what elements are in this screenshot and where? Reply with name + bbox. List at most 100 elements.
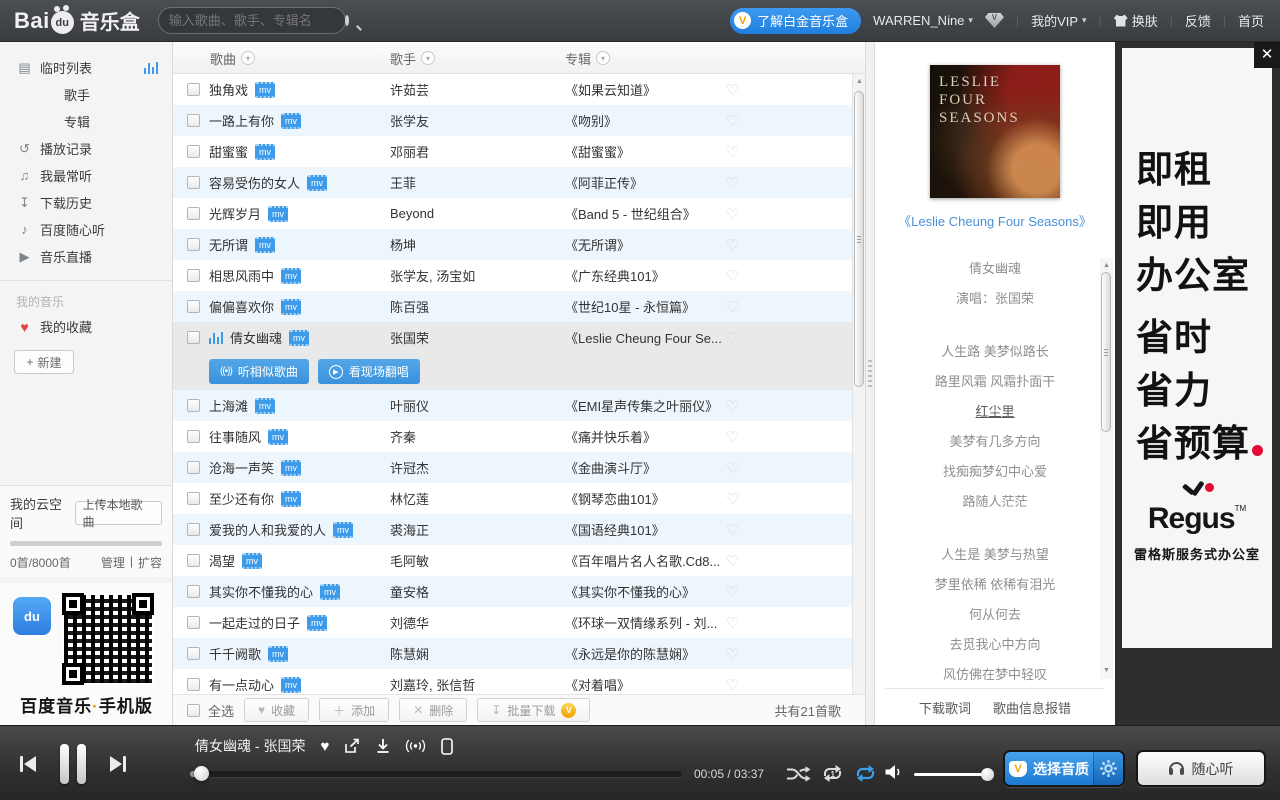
song-title[interactable]: 独角戏	[209, 80, 248, 99]
sort-icon[interactable]: ▾	[596, 51, 610, 65]
row-checkbox[interactable]	[187, 399, 200, 412]
album-cell[interactable]: 《对着唱》	[565, 669, 780, 694]
mv-badge[interactable]: mv	[281, 460, 301, 476]
favorite-heart-icon[interactable]: ♡	[726, 291, 739, 322]
favorite-heart-icon[interactable]: ♡	[726, 322, 739, 353]
volume-icon[interactable]	[884, 764, 905, 785]
album-cell[interactable]: 《EMI星声传集之叶丽仪》	[565, 390, 780, 421]
artist-cell[interactable]: 毛阿敏	[390, 545, 555, 576]
mv-badge[interactable]: mv	[281, 299, 301, 315]
report-error-link[interactable]: 歌曲信息报错	[993, 698, 1071, 717]
song-title[interactable]: 甜蜜蜜	[209, 142, 248, 161]
manage-link[interactable]: 管理	[101, 554, 125, 571]
row-checkbox[interactable]	[187, 492, 200, 505]
favorite-heart-icon[interactable]: ♡	[726, 483, 739, 514]
delete-button[interactable]: ✕ 删除	[399, 698, 467, 722]
favorite-heart-icon[interactable]: ♡	[726, 74, 739, 105]
mv-badge[interactable]: mv	[281, 113, 301, 129]
select-all-checkbox[interactable]	[187, 704, 200, 717]
search-icon[interactable]	[345, 15, 349, 26]
mv-badge[interactable]: mv	[281, 268, 301, 284]
favorite-heart-icon[interactable]: ♡	[726, 514, 739, 545]
favorite-heart-icon[interactable]: ♡	[726, 390, 739, 421]
expand-link[interactable]: 扩容	[138, 554, 162, 571]
table-row[interactable]: 千千阙歌 mv 陈慧娴《永远是你的陈慧娴》♡	[173, 638, 865, 669]
song-title[interactable]: 倩女幽魂	[230, 328, 282, 347]
sidebar-item-7[interactable]: ▶音乐直播	[0, 243, 172, 270]
album-cell[interactable]: 《Leslie Cheung Four Se...	[565, 322, 780, 353]
artist-cell[interactable]: 许茹芸	[390, 74, 555, 105]
row-checkbox[interactable]	[187, 523, 200, 536]
row-checkbox[interactable]	[187, 114, 200, 127]
favorite-heart-icon[interactable]: ♡	[726, 136, 739, 167]
mv-badge[interactable]: mv	[281, 677, 301, 693]
progress-bar[interactable]	[190, 771, 682, 777]
next-track-button[interactable]	[106, 752, 130, 776]
mv-badge[interactable]: mv	[333, 522, 353, 538]
sidebar-item-6[interactable]: ♪百度随心听	[0, 216, 172, 243]
table-row[interactable]: 渴望mv毛阿敏《百年唱片名人名歌.Cd8...♡	[173, 545, 865, 576]
album-title-link[interactable]: 《Leslie Cheung Four Seasons》	[875, 211, 1115, 230]
loop-icon-active[interactable]	[854, 764, 877, 783]
progress-knob[interactable]	[194, 766, 209, 781]
action-button-0[interactable]: ((•))听相似歌曲	[209, 359, 309, 384]
mv-badge[interactable]: mv	[268, 646, 288, 662]
favorite-heart-icon[interactable]: ♡	[726, 167, 739, 198]
row-checkbox[interactable]	[187, 300, 200, 313]
table-row[interactable]: 光辉岁月mvBeyond《Band 5 - 世纪组合》♡	[173, 198, 865, 229]
album-cover[interactable]: LESLIE FOUR SEASONS	[930, 65, 1060, 198]
favorite-heart-icon[interactable]: ♡	[726, 260, 739, 291]
album-cell[interactable]: 《如果云知道》	[565, 74, 780, 105]
table-row[interactable]: 有一点动心mv刘嘉玲, 张信哲《对着唱》♡	[173, 669, 865, 694]
album-cell[interactable]: 《世纪10星 - 永恒篇》	[565, 291, 780, 322]
row-checkbox[interactable]	[187, 238, 200, 251]
table-row[interactable]: 容易受伤的女人mv王菲《阿菲正传》♡	[173, 167, 865, 198]
favorite-track-icon[interactable]: ♥	[320, 738, 329, 755]
mv-badge[interactable]: mv	[289, 330, 309, 346]
mobile-icon[interactable]	[441, 738, 453, 755]
volume-slider[interactable]	[914, 773, 992, 776]
album-cell[interactable]: 《永远是你的陈慧娴》	[565, 638, 780, 669]
favorite-heart-icon[interactable]: ♡	[726, 638, 739, 669]
platinum-promo-button[interactable]: V 了解白金音乐盒	[730, 8, 861, 34]
quality-settings-button[interactable]	[1093, 752, 1123, 785]
quality-select-button[interactable]: V 选择音质	[1003, 750, 1125, 787]
column-header-album[interactable]: 专辑 ▾	[565, 42, 610, 74]
table-row[interactable]: 独角戏mv许茹芸《如果云知道》♡	[173, 74, 865, 105]
artist-cell[interactable]: 张学友, 汤宝如	[390, 260, 555, 291]
favorite-heart-icon[interactable]: ♡	[726, 545, 739, 576]
favorite-heart-icon[interactable]: ♡	[726, 669, 739, 694]
search-box[interactable]	[158, 7, 346, 34]
share-icon[interactable]	[344, 738, 361, 754]
artist-cell[interactable]: 林忆莲	[390, 483, 555, 514]
artist-cell[interactable]: 张国荣	[390, 322, 555, 353]
carefree-listen-button[interactable]: 随心听	[1136, 750, 1266, 787]
album-cell[interactable]: 《阿菲正传》	[565, 167, 780, 198]
add-button[interactable]: ＋ 添加	[319, 698, 389, 722]
artist-cell[interactable]: 童安格	[390, 576, 555, 607]
artist-cell[interactable]: 王菲	[390, 167, 555, 198]
favorite-heart-icon[interactable]: ♡	[726, 576, 739, 607]
row-checkbox[interactable]	[187, 647, 200, 660]
sidebar-item-3[interactable]: ↺播放记录	[0, 135, 172, 162]
table-row[interactable]: 上海滩mv叶丽仪《EMI星声传集之叶丽仪》♡	[173, 390, 865, 421]
repeat-one-icon[interactable]: 1	[821, 764, 844, 783]
artist-cell[interactable]: 裘海正	[390, 514, 555, 545]
album-cell[interactable]: 《广东经典101》	[565, 260, 780, 291]
scrollbar-thumb[interactable]	[854, 91, 864, 387]
new-playlist-button[interactable]: + 新建	[14, 350, 74, 374]
artist-cell[interactable]: 陈慧娴	[390, 638, 555, 669]
table-row[interactable]: 相思风雨中mv张学友, 汤宝如《广东经典101》♡	[173, 260, 865, 291]
table-row[interactable]: 往事随风mv齐秦《痛并快乐着》♡	[173, 421, 865, 452]
row-checkbox[interactable]	[187, 145, 200, 158]
song-title[interactable]: 千千阙歌	[209, 644, 261, 663]
search-input[interactable]	[169, 13, 345, 28]
column-header-song[interactable]: 歌曲 ▾	[210, 42, 255, 74]
volume-knob[interactable]	[981, 768, 994, 781]
artist-cell[interactable]: 齐秦	[390, 421, 555, 452]
mv-badge[interactable]: mv	[255, 398, 275, 414]
album-cell[interactable]: 《环球一双情缘系列 - 刘...	[565, 607, 780, 638]
song-title[interactable]: 有一点动心	[209, 675, 274, 694]
panel-splitter[interactable]	[865, 42, 875, 725]
mv-badge[interactable]: mv	[307, 615, 327, 631]
